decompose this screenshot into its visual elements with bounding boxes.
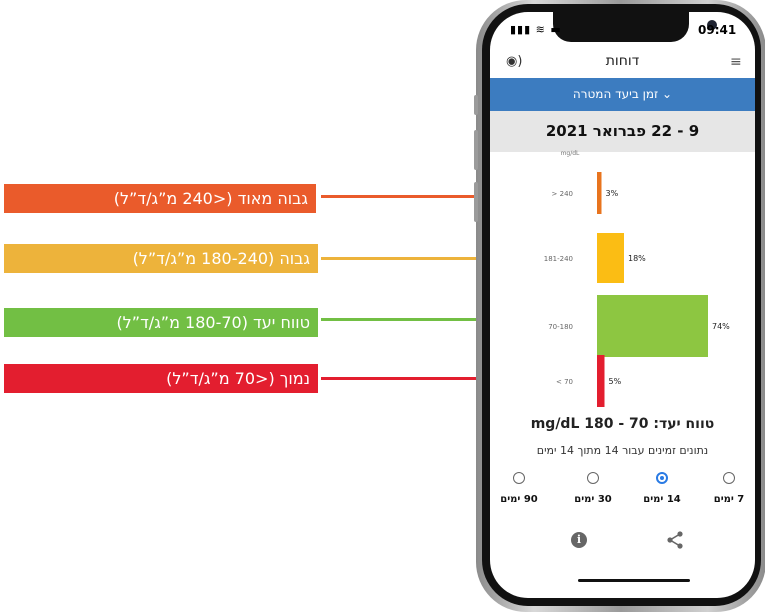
radio-label-7-days: 7 ימים	[713, 494, 745, 505]
value-label-3: 5%	[609, 377, 622, 386]
chevron-down-icon: ⌄	[662, 87, 673, 101]
bar-3	[597, 355, 605, 407]
radio-label-90-days: 90 ימים	[500, 494, 538, 505]
metric-dropdown[interactable]: ⌄ זמן ביעד המטרה	[490, 78, 755, 111]
status-icons: ▮▮▮ ≋ ▬	[510, 23, 562, 36]
phone-screen: ▮▮▮ ≋ ▬ 09:41 ◉) דוחות ≡ ⌄ זמן ביעד המטר…	[490, 12, 755, 598]
legend-high: גבוה (180-240 מ”ג/ד”ל)	[4, 244, 318, 273]
bar-0	[597, 172, 602, 214]
signal-icon: ▮▮▮	[510, 23, 532, 36]
hamburger-icon[interactable]: ≡	[730, 54, 742, 70]
target-range-text: טווח יעד: 70 - 180 mg/dL	[530, 416, 715, 432]
battery-icon: ▬	[550, 23, 562, 36]
radio-label-30-days: 30 ימים	[574, 494, 612, 505]
category-label-2: 70-180	[548, 323, 573, 331]
info-icon[interactable]: i	[571, 532, 587, 548]
mute-switch	[474, 95, 478, 115]
legend-very-high: גבוה מאוד (<240 מ”ג/ד”ל)	[4, 184, 316, 213]
value-label-0: 3%	[606, 189, 619, 198]
share-icon[interactable]	[666, 530, 684, 550]
radio-7-days[interactable]	[723, 472, 735, 484]
category-label-1: 181-240	[544, 255, 573, 263]
radio-90-days[interactable]	[513, 472, 525, 484]
volume-up-button	[474, 130, 478, 170]
volume-down-button	[474, 182, 478, 222]
metric-dropdown-label: זמן ביעד המטרה	[572, 87, 659, 101]
legend-target-range: טווח יעד (180-70 מ”ג/ד”ל)	[4, 308, 318, 337]
status-time: 09:41	[698, 23, 737, 37]
radio-30-days[interactable]	[587, 472, 599, 484]
radio-label-14-days: 14 ימים	[643, 494, 681, 505]
wifi-icon: ≋	[535, 23, 546, 36]
bar-1	[597, 233, 624, 283]
value-label-1: 18%	[628, 254, 646, 263]
home-indicator	[578, 579, 690, 582]
time-in-range-chart: mg/dL > 240 3% 181-240 18% 70-180 74% < 70 5%	[544, 150, 730, 407]
value-label-2: 74%	[712, 322, 730, 331]
bar-2	[597, 295, 708, 357]
radio-14-days[interactable]	[656, 472, 668, 484]
chart-unit-label: mg/dL	[561, 150, 580, 157]
data-availability-note: נתונים זמינים עבור 14 מתוך 14 ימים	[536, 444, 709, 457]
category-label-3: < 70	[556, 378, 573, 386]
notch	[553, 12, 717, 42]
page-title: דוחות	[605, 53, 640, 69]
category-label-0: > 240	[552, 190, 573, 198]
date-range: 9 - 22 פברואר 2021	[490, 111, 755, 152]
legend-low: נמוך (<70 מ”ג/ד”ל)	[4, 364, 318, 393]
